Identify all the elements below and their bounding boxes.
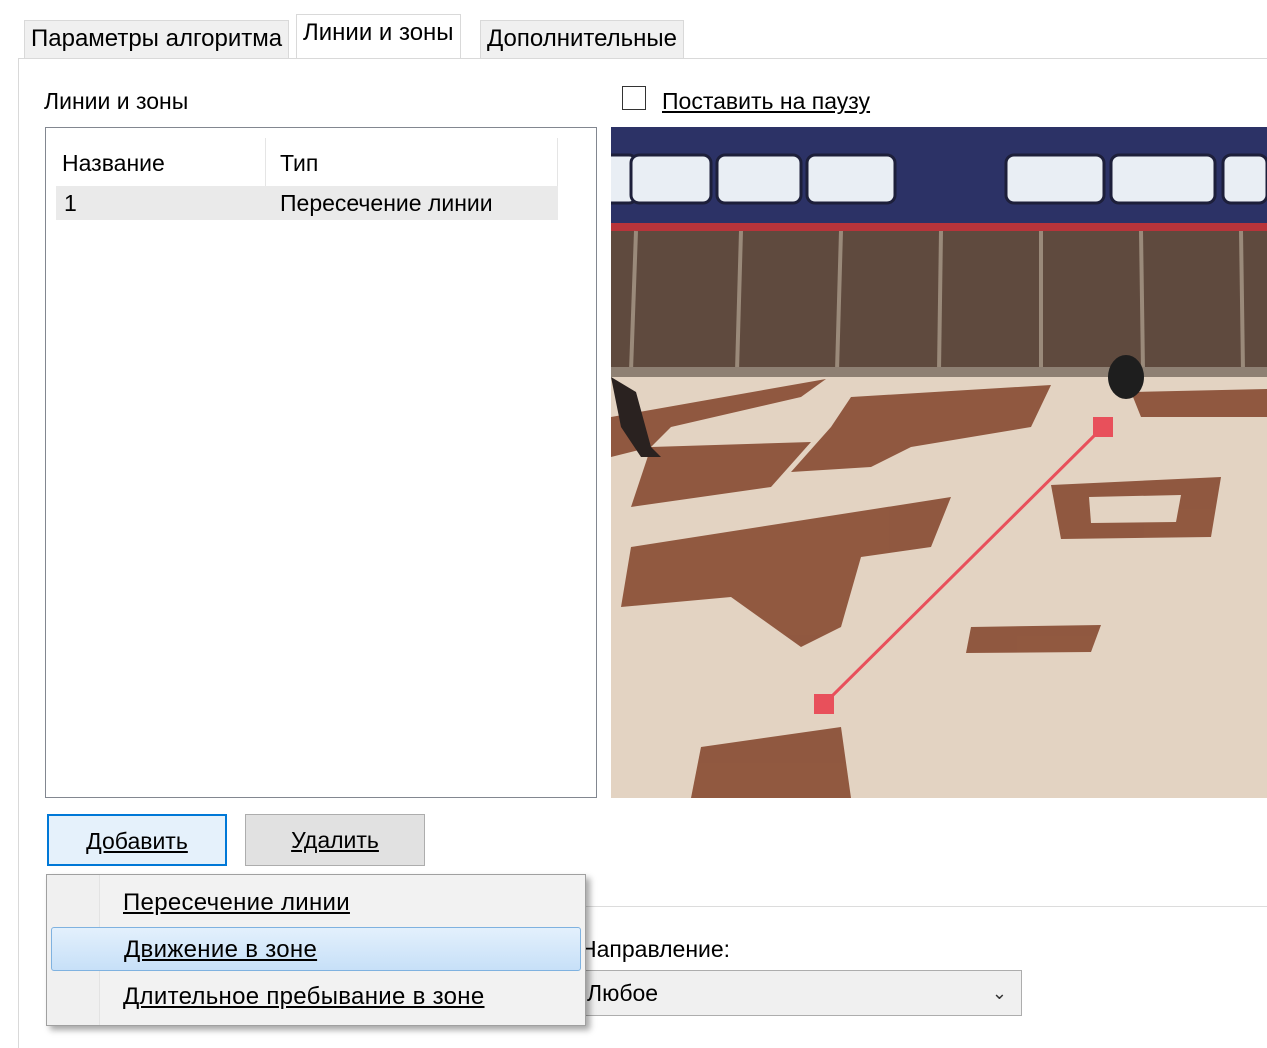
- add-context-menu: Пересечение линии Движение в зоне Длител…: [46, 874, 586, 1026]
- menu-item-loitering-in-zone[interactable]: Длительное пребывание в зоне: [51, 975, 581, 1019]
- menu-item-label: Движение в зоне: [124, 936, 318, 963]
- menu-item-label: Пересечение линии: [123, 889, 350, 916]
- column-header-name[interactable]: Название: [46, 138, 266, 188]
- pause-label[interactable]: Поставить на паузу: [662, 88, 870, 115]
- tab-lines-zones[interactable]: Линии и зоны: [296, 14, 461, 59]
- tab-additional[interactable]: Дополнительные: [480, 20, 684, 58]
- tab-strip: Параметры алгоритма Линии и зоны Дополни…: [0, 0, 1267, 59]
- chevron-down-icon: ⌄: [991, 983, 1007, 1003]
- row-type: Пересечение линии: [280, 190, 493, 216]
- line-handle-start[interactable]: [814, 694, 834, 714]
- divider: [585, 906, 1267, 907]
- video-preview[interactable]: [611, 127, 1267, 798]
- menu-item-motion-in-zone[interactable]: Движение в зоне: [51, 927, 581, 971]
- direction-value: Любое: [587, 980, 659, 1006]
- tab-algorithm-params[interactable]: Параметры алгоритма: [24, 20, 290, 58]
- line-handle-end[interactable]: [1093, 417, 1113, 437]
- lines-zones-list[interactable]: Название Тип: [45, 127, 597, 798]
- camera-frame: [611, 127, 1267, 798]
- direction-label: Направление:: [580, 936, 731, 962]
- add-button[interactable]: Добавить: [47, 814, 227, 866]
- row-name: 1: [64, 190, 77, 216]
- column-header-type[interactable]: Тип: [266, 138, 558, 188]
- pause-checkbox[interactable]: [622, 86, 646, 110]
- pause-label-text: Поставить на паузу: [662, 88, 871, 114]
- remove-button[interactable]: Удалить: [245, 814, 425, 866]
- menu-item-line-crossing[interactable]: Пересечение линии: [51, 881, 581, 925]
- lines-zones-label: Линии и зоны: [44, 88, 189, 114]
- direction-select[interactable]: Любое ⌄: [572, 970, 1022, 1016]
- add-button-label: Добавить: [86, 828, 188, 854]
- menu-item-label: Длительное пребывание в зоне: [123, 983, 485, 1010]
- table-row[interactable]: 1 Пересечение линии: [56, 186, 558, 220]
- remove-button-label: Удалить: [291, 827, 379, 853]
